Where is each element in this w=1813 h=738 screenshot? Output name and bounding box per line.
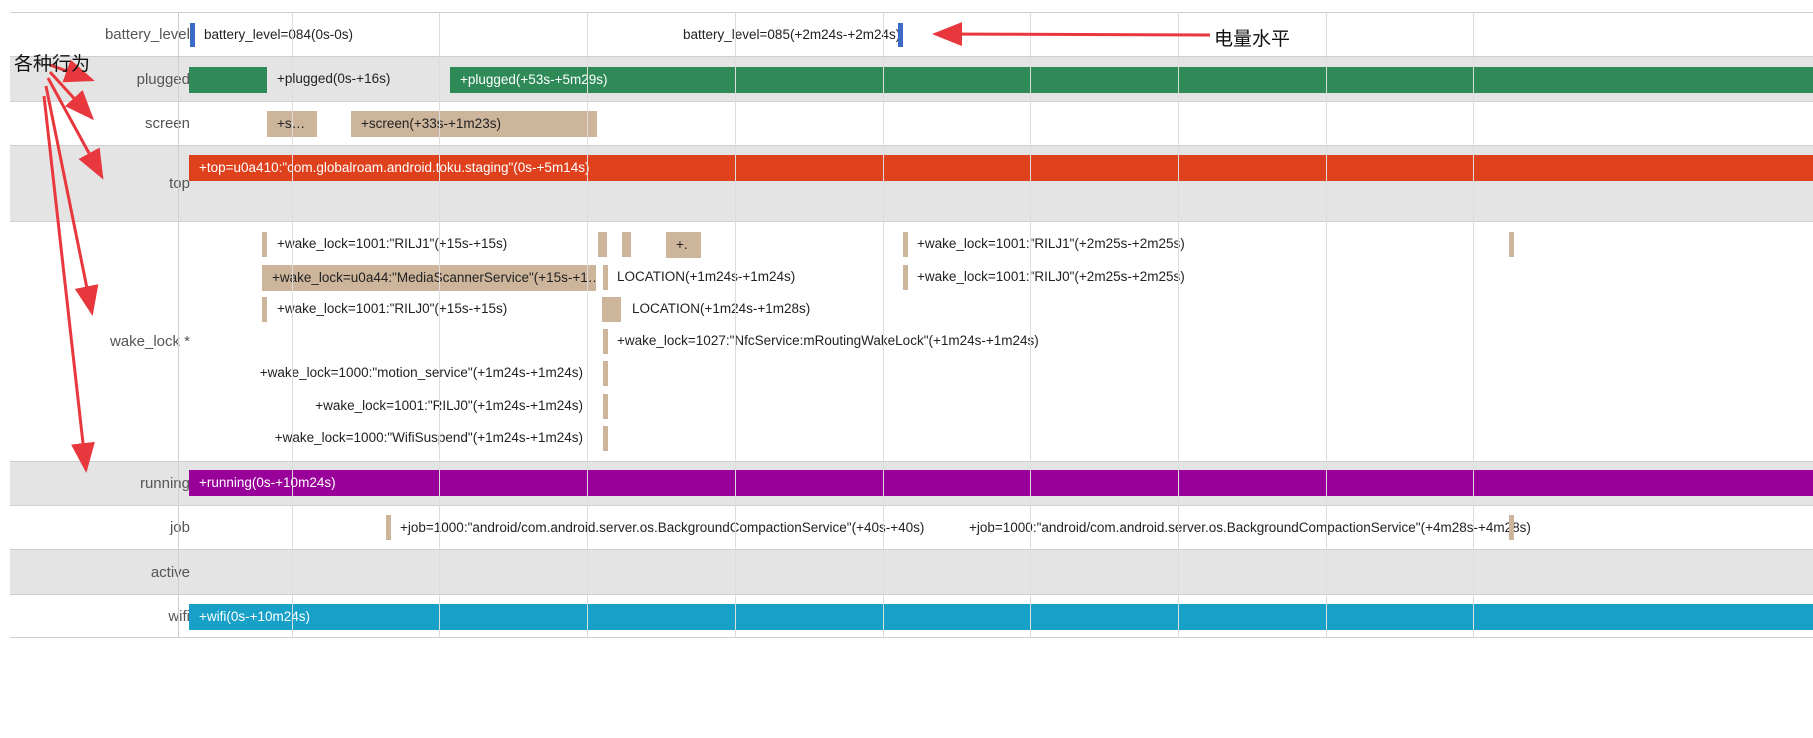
lane-plugged: plugged +plugged(0s-+16s) +plugged(+53s-…: [10, 56, 1813, 101]
plot-area-plugged: +plugged(0s-+16s) +plugged(+53s-+5m29s): [188, 57, 1813, 101]
wifi-bar-1[interactable]: +wifi(0s-+10m24s): [189, 604, 1813, 630]
running-bar-1[interactable]: +running(0s-+10m24s): [189, 470, 1813, 496]
plot-area-wake-lock: +wake_lock=1001:"RILJ1"(+15s-+15s) +. +w…: [188, 222, 1813, 461]
lane-label-job: job: [169, 519, 190, 536]
grid-line-1: [292, 12, 293, 638]
grid-line-4: [735, 12, 736, 638]
wake-lock-label-8: LOCATION(+1m24s-+1m24s): [617, 269, 796, 284]
annotation-battery: 电量水平: [1214, 28, 1291, 50]
battery-label-2: battery_level=085(+2m24s-+2m24s): [683, 27, 901, 42]
lane-wake-lock: wake_lock * +wake_lock=1001:"RILJ1"(+15s…: [10, 221, 1813, 461]
wake-lock-tick-6[interactable]: [603, 426, 608, 451]
grid-line-5: [883, 12, 884, 638]
lane-label-wake-lock: wake_lock *: [109, 333, 190, 350]
plot-area-job: +job=1000:"android/com.android.server.os…: [188, 506, 1813, 549]
battery-label-1: battery_level=084(0s-0s): [204, 27, 353, 42]
job-tick-2[interactable]: [1509, 515, 1514, 540]
lane-top: top +top=u0a410:"com.globalroam.android.…: [10, 145, 1813, 221]
top-bar-1[interactable]: +top=u0a410:"com.globalroam.android.toku…: [189, 155, 1813, 181]
wake-lock-tick-8[interactable]: [603, 265, 608, 290]
wake-lock-tick-b[interactable]: [622, 232, 631, 257]
lane-label-battery-level: battery_level: [104, 26, 190, 43]
lane-screen: screen +s… +screen(+33s-+1m23s): [10, 101, 1813, 145]
lane-active: active: [10, 549, 1813, 594]
wake-lock-tick-1[interactable]: [262, 232, 267, 257]
lane-battery-level: battery_level battery_level=084(0s-0s) b…: [10, 12, 1813, 56]
wake-lock-tick-5[interactable]: [603, 394, 608, 419]
lane-label-top: top: [169, 175, 190, 192]
grid-line-3: [587, 12, 588, 638]
grid-line-2: [439, 12, 440, 638]
wake-lock-label-4: +wake_lock=1000:"motion_service"(+1m24s-…: [259, 365, 583, 380]
wake-lock-label-3: +wake_lock=1001:"RILJ0"(+15s-+15s): [277, 301, 508, 316]
lane-label-wifi: wifi: [168, 608, 190, 625]
wake-lock-tick-4[interactable]: [603, 361, 608, 386]
grid-line-6: [1030, 12, 1031, 638]
wake-lock-label-10: +wake_lock=1027:"NfcService:mRoutingWake…: [617, 333, 1039, 348]
plugged-bar-1[interactable]: [189, 67, 267, 93]
wake-lock-tick-end[interactable]: [1509, 232, 1514, 257]
wake-lock-tick-10[interactable]: [603, 329, 608, 354]
plot-area-running: +running(0s-+10m24s): [188, 462, 1813, 505]
screen-bar-2[interactable]: +screen(+33s-+1m23s): [351, 111, 597, 137]
wake-lock-label-9: LOCATION(+1m24s-+1m28s): [632, 301, 811, 316]
plugged-bar-2[interactable]: +plugged(+53s-+5m29s): [450, 67, 1813, 93]
battery-marker-1[interactable]: [190, 23, 195, 47]
lane-label-running: running: [139, 475, 190, 492]
lane-label-screen: screen: [144, 115, 190, 132]
wake-lock-tick-a[interactable]: [598, 232, 607, 257]
lane-job: job +job=1000:"android/com.android.serve…: [10, 505, 1813, 549]
wake-lock-label-1: +wake_lock=1001:"RILJ1"(+15s-+15s): [277, 236, 508, 251]
plot-area-active: [188, 550, 1813, 594]
plot-area-wifi: +wifi(0s-+10m24s): [188, 595, 1813, 637]
lane-label-active: active: [150, 564, 190, 581]
wake-lock-bar-2[interactable]: +wake_lock=u0a44:"MediaScannerService"(+…: [262, 265, 596, 291]
wake-lock-label-6: +wake_lock=1000:"WifiSuspend"(+1m24s-+1m…: [274, 430, 583, 445]
timeline-chart: battery_level battery_level=084(0s-0s) b…: [0, 0, 1813, 738]
battery-marker-2[interactable]: [898, 23, 903, 47]
grid-line-7: [1178, 12, 1179, 638]
lane-wifi: wifi +wifi(0s-+10m24s): [10, 594, 1813, 638]
job-tick-1[interactable]: [386, 515, 391, 540]
lane-running: running +running(0s-+10m24s): [10, 461, 1813, 505]
wake-lock-label-5: +wake_lock=1001:"RILJ0"(+1m24s-+1m24s): [315, 398, 583, 413]
wake-lock-tick-9[interactable]: [602, 297, 621, 322]
wake-lock-tick-11[interactable]: [903, 232, 908, 257]
grid-line-9: [1473, 12, 1474, 638]
wake-lock-label-12: +wake_lock=1001:"RILJ0"(+2m25s-+2m25s): [917, 269, 1185, 284]
job-label-1: +job=1000:"android/com.android.server.os…: [400, 520, 925, 535]
job-label-2: +job=1000:"android/com.android.server.os…: [969, 520, 1531, 535]
wake-lock-label-11: +wake_lock=1001:"RILJ1"(+2m25s-+2m25s): [917, 236, 1185, 251]
grid-line-8: [1326, 12, 1327, 638]
plugged-label-1: +plugged(0s-+16s): [277, 71, 391, 86]
plot-area-top: +top=u0a410:"com.globalroam.android.toku…: [188, 146, 1813, 221]
wake-lock-tick-3[interactable]: [262, 297, 267, 322]
plot-area-battery: battery_level=084(0s-0s) battery_level=0…: [188, 13, 1813, 56]
annotation-behaviors: 各种行为: [14, 53, 91, 75]
grid-line-left: [178, 12, 179, 638]
plot-area-screen: +s… +screen(+33s-+1m23s): [188, 102, 1813, 145]
wake-lock-tick-12[interactable]: [903, 265, 908, 290]
wake-lock-bar-7[interactable]: +.: [666, 232, 701, 258]
